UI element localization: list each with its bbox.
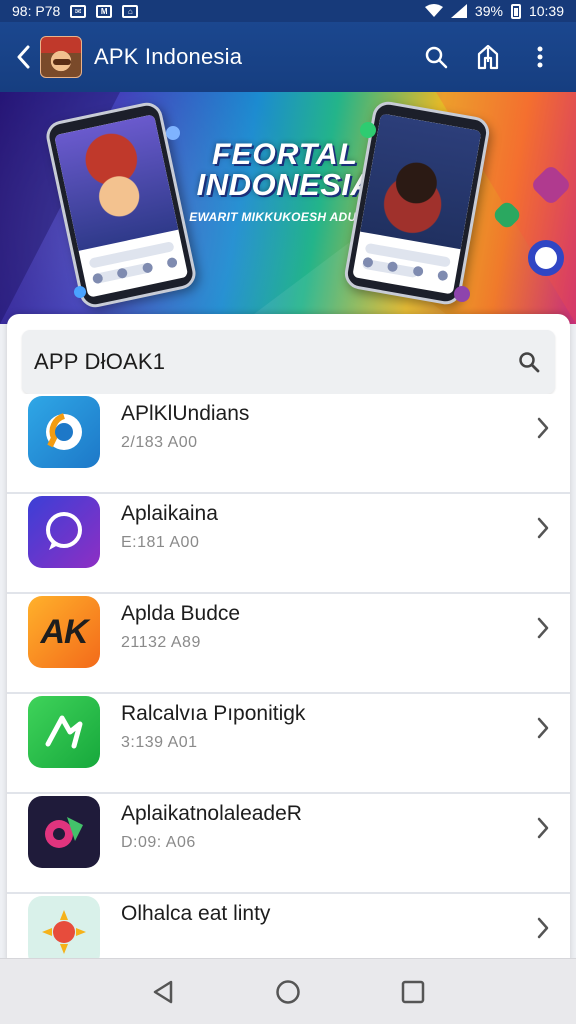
- more-vert-icon: [537, 46, 543, 68]
- wifi-icon: [424, 4, 443, 17]
- app-name: AplaikatnolaleadeR: [121, 802, 302, 825]
- nav-home-button[interactable]: [260, 964, 316, 1020]
- list-item[interactable]: Olhalca eat linty: [7, 894, 570, 964]
- app-meta: 21132 A89: [121, 634, 201, 651]
- share-button[interactable]: [464, 33, 512, 81]
- chevron-right-icon: [537, 917, 549, 939]
- floating-dot: [74, 286, 86, 298]
- floating-dot: [454, 286, 470, 302]
- app-meta: E:181 A00: [121, 534, 200, 551]
- promo-banner[interactable]: FEORTAL INDONESIA EWARIT MIKKUKOESH ADUS…: [0, 92, 576, 324]
- app-name: Olhalca eat linty: [121, 902, 271, 925]
- battery-icon: [510, 3, 521, 19]
- app-name: APlKlUndians: [121, 402, 250, 425]
- app-title: APK Indonesia: [94, 44, 243, 69]
- battery-percent: 39%: [474, 3, 503, 19]
- list-item[interactable]: Ralcalvıa Pıponitigk 3:139 A01: [7, 694, 570, 794]
- chevron-right-icon: [537, 417, 549, 439]
- square-recents-icon: [402, 980, 425, 1003]
- app-meta: 2/183 A00: [121, 434, 198, 451]
- app-bar: APK Indonesia: [0, 22, 576, 92]
- search-icon[interactable]: [517, 350, 541, 374]
- circle-home-icon: [276, 979, 300, 1004]
- chat-blue-orange-icon: [28, 396, 100, 468]
- nav-recents-button[interactable]: [385, 964, 441, 1020]
- list-item[interactable]: AplaikatnolaleadeR D:09: A06: [7, 794, 570, 894]
- status-bar: 98: P78 ✉ M ⌂ 39% 10:39: [0, 0, 576, 22]
- search-bar[interactable]: APP DłOAK1: [22, 330, 555, 394]
- notification-icon: ✉: [70, 4, 87, 18]
- app-meta: D:09: A06: [121, 834, 196, 851]
- notification-box-icon: M: [96, 4, 113, 18]
- app-name: Aplaikaina: [121, 502, 218, 525]
- list-item[interactable]: AK Aplda Budce 21132 A89: [7, 594, 570, 694]
- chevron-right-icon: [537, 617, 549, 639]
- app-list: APlKlUndians 2/183 A00 Aplaikaina E:181 …: [7, 394, 570, 964]
- portrait-illustration: [360, 113, 482, 250]
- system-nav-bar: [0, 958, 576, 1024]
- sun-yellow-icon: [28, 896, 100, 964]
- app-meta: 3:139 A01: [121, 734, 198, 751]
- triangle-back-icon: [153, 980, 172, 1003]
- chevron-right-icon: [537, 717, 549, 739]
- search-button[interactable]: [412, 33, 460, 81]
- search-icon: [425, 46, 448, 69]
- floating-dot: [166, 126, 180, 140]
- list-item[interactable]: APlKlUndians 2/183 A00: [7, 394, 570, 494]
- more-options-button[interactable]: [516, 33, 564, 81]
- search-text: APP DłOAK1: [34, 349, 166, 374]
- content-card: APP DłOAK1 APlKlUndians 2/183 A00 Aplaik…: [7, 314, 570, 964]
- floating-circle-icon: [528, 240, 564, 276]
- app-logo: [40, 36, 82, 78]
- back-button[interactable]: [6, 22, 40, 92]
- app-name: Ralcalvıa Pıponitigk: [121, 702, 306, 725]
- signal-icon: [450, 4, 467, 18]
- status-time-left: 98: P78: [12, 3, 61, 19]
- home-notification-icon: ⌂: [122, 4, 139, 18]
- app-name: Aplda Budce: [121, 602, 241, 625]
- flower-dark-icon: [28, 796, 100, 868]
- list-item[interactable]: Aplaikaina E:181 A00: [7, 494, 570, 594]
- chat-purple-icon: [28, 496, 100, 568]
- share-icon: [477, 44, 499, 70]
- ak-orange-icon: AK: [28, 596, 100, 668]
- green-arrow-icon: [28, 696, 100, 768]
- nav-back-button[interactable]: [135, 964, 191, 1020]
- character-illustration: [54, 114, 179, 251]
- floating-dot: [360, 122, 376, 138]
- chevron-right-icon: [537, 517, 549, 539]
- status-clock: 10:39: [528, 3, 564, 19]
- chevron-right-icon: [537, 817, 549, 839]
- chevron-left-icon: [17, 45, 30, 69]
